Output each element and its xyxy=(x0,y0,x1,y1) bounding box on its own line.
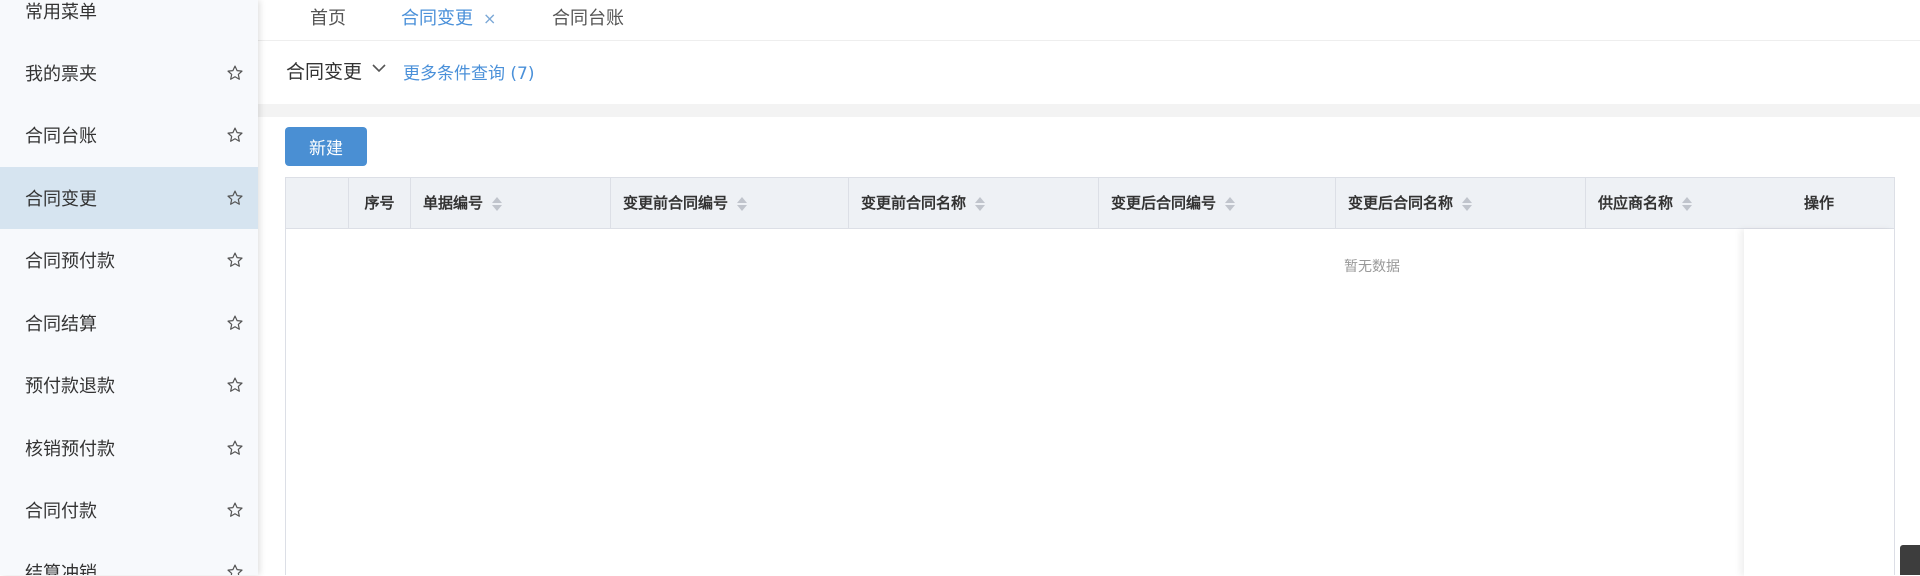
column-header-label: 供应商名称 xyxy=(1598,194,1674,212)
sidebar-item-common-menu[interactable]: 常用菜单 xyxy=(0,0,258,42)
column-header-label: 变更后合同编号 xyxy=(1111,194,1217,212)
star-outline-icon[interactable] xyxy=(226,376,244,394)
sidebar-item-contract-ledger[interactable]: 合同台账 xyxy=(0,104,258,166)
new-button[interactable]: 新建 xyxy=(285,127,367,166)
column-header-label: 操作 xyxy=(1803,194,1834,212)
tab-home[interactable]: 首页 xyxy=(310,0,346,38)
star-outline-icon[interactable] xyxy=(226,189,244,207)
column-header-actions: 操作 xyxy=(1744,178,1894,228)
star-outline-icon[interactable] xyxy=(226,314,244,332)
star-outline-icon[interactable] xyxy=(226,563,244,575)
star-outline-icon[interactable] xyxy=(226,251,244,269)
scrollbar-handle[interactable] xyxy=(1900,545,1920,575)
column-header-select xyxy=(286,178,349,228)
empty-state-text: 暂无数据 xyxy=(1344,259,1400,275)
star-outline-icon[interactable] xyxy=(226,501,244,519)
column-header-label: 序号 xyxy=(364,194,395,212)
column-header-label: 变更前合同编号 xyxy=(623,194,729,212)
column-header-label: 单据编号 xyxy=(423,194,484,212)
sidebar-item-contract-prepayment[interactable]: 合同预付款 xyxy=(0,229,258,291)
sort-icon[interactable] xyxy=(736,195,748,213)
tab-label: 首页 xyxy=(310,8,346,29)
tab-contract-change[interactable]: 合同变更 × xyxy=(401,0,496,38)
column-header-label: 变更后合同名称 xyxy=(1348,194,1454,212)
sidebar-item-contract-payment[interactable]: 合同付款 xyxy=(0,479,258,541)
tab-bar: 首页 合同变更 × 合同台账 xyxy=(258,0,1920,41)
close-icon[interactable]: × xyxy=(483,9,496,28)
sort-icon[interactable] xyxy=(1461,195,1473,213)
sidebar-item-label: 我的票夹 xyxy=(25,64,97,85)
star-outline-icon[interactable] xyxy=(226,126,244,144)
column-header-after-contract-name[interactable]: 变更后合同名称 xyxy=(1336,178,1586,228)
sort-icon[interactable] xyxy=(974,195,986,213)
sidebar-item-label: 核销预付款 xyxy=(25,439,115,460)
sidebar-item-label: 结算冲销 xyxy=(25,563,97,575)
sidebar-item-label: 合同付款 xyxy=(25,501,97,522)
sidebar-item-my-tickets[interactable]: 我的票夹 xyxy=(0,42,258,104)
column-header-after-contract-no[interactable]: 变更后合同编号 xyxy=(1099,178,1336,228)
more-conditions-link[interactable]: 更多条件查询 (7) xyxy=(403,59,534,84)
data-table: 序号 单据编号 变更前合同编号 变更前合同名称 变更后合同编号 变更后合同名称 … xyxy=(285,177,1895,576)
sidebar-item-prepayment-refund[interactable]: 预付款退款 xyxy=(0,354,258,416)
sort-icon[interactable] xyxy=(1224,195,1236,213)
column-header-label: 变更前合同名称 xyxy=(861,194,967,212)
sidebar-item-label: 常用菜单 xyxy=(25,2,97,23)
fixed-actions-column xyxy=(1744,229,1894,576)
sidebar-item-writeoff-prepayment[interactable]: 核销预付款 xyxy=(0,417,258,479)
column-header-supplier-name[interactable]: 供应商名称 xyxy=(1586,178,1744,228)
sort-icon[interactable] xyxy=(491,195,503,213)
sidebar-item-label: 合同台账 xyxy=(25,126,97,147)
sidebar-item-label: 合同变更 xyxy=(25,189,97,210)
table-header: 序号 单据编号 变更前合同编号 变更前合同名称 变更后合同编号 变更后合同名称 … xyxy=(286,178,1894,229)
query-title[interactable]: 合同变更 xyxy=(286,57,362,84)
sidebar: 常用菜单 我的票夹 合同台账 合同变更 合同预付款 合同结算 预付款退款 核销预… xyxy=(0,0,258,575)
tab-contract-ledger[interactable]: 合同台账 xyxy=(552,0,624,38)
sidebar-item-settlement-reversal[interactable]: 结算冲销 xyxy=(0,541,258,575)
sidebar-item-label: 合同结算 xyxy=(25,314,97,335)
column-header-doc-no[interactable]: 单据编号 xyxy=(411,178,611,228)
column-header-index: 序号 xyxy=(349,178,411,228)
tab-label: 合同变更 xyxy=(401,8,473,29)
column-header-before-contract-no[interactable]: 变更前合同编号 xyxy=(611,178,849,228)
sidebar-item-contract-change[interactable]: 合同变更 xyxy=(0,167,258,229)
query-bar: 合同变更 更多条件查询 (7) xyxy=(258,41,1920,104)
sort-icon[interactable] xyxy=(1681,195,1693,213)
star-outline-icon[interactable] xyxy=(226,64,244,82)
chevron-down-icon[interactable] xyxy=(372,63,386,73)
star-outline-icon[interactable] xyxy=(226,439,244,457)
section-divider xyxy=(258,104,1920,117)
sidebar-item-label: 合同预付款 xyxy=(25,251,115,272)
tab-label: 合同台账 xyxy=(552,8,624,29)
sidebar-item-label: 预付款退款 xyxy=(25,376,115,397)
sidebar-item-contract-settlement[interactable]: 合同结算 xyxy=(0,292,258,354)
column-header-before-contract-name[interactable]: 变更前合同名称 xyxy=(849,178,1099,228)
